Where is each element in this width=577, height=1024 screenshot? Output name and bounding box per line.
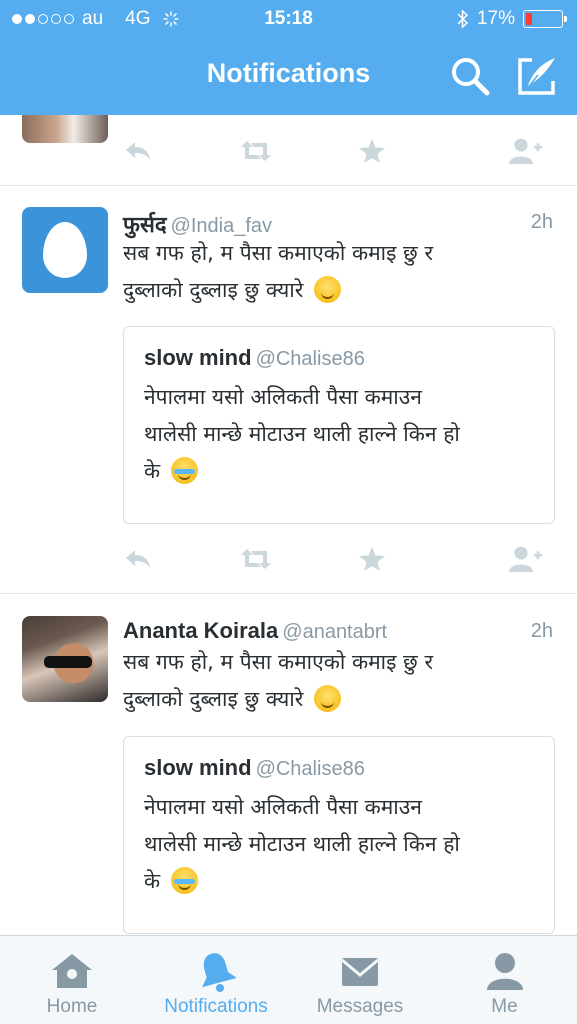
quoted-author-name: slow mind [144,755,252,780]
yum-emoji-icon [314,685,341,712]
tweet[interactable]: Ananta Koirala @anantabrt 2h सब गफ हो, म … [0,616,577,935]
tweet-author-handle[interactable]: @anantabrt [282,621,387,643]
quoted-author-handle: @Chalise86 [255,758,365,780]
divider [0,593,577,594]
compose-icon[interactable] [516,55,558,97]
quoted-text-line: नेपालमा यसो अलिकती पैसा कमाउन [144,385,422,409]
quoted-text-line: थालेसी मान्छे मोटाउन थाली हाल्ने किन हो [144,832,460,856]
envelope-icon [341,958,379,986]
page-title: Notifications [206,58,371,88]
sunglasses-icon [44,656,92,668]
reply-icon[interactable] [118,131,158,171]
battery-percent: 17% [476,8,515,29]
reply-icon[interactable] [118,539,158,579]
quoted-tweet-text: नेपालमा यसो अलिकती पैसा कमाउन थालेसी मान… [144,789,544,900]
follow-icon[interactable] [506,539,546,579]
battery-level [526,13,532,25]
bell-icon [201,953,237,992]
quoted-tweet[interactable]: slow mind @Chalise86 नेपालमा यसो अलिकती प… [123,326,555,524]
default-egg-icon [43,222,87,278]
quoted-tweet-header: slow mind @Chalise86 [144,345,365,371]
quoted-author-handle: @Chalise86 [255,348,365,370]
follow-icon[interactable] [506,131,546,171]
tears-of-joy-emoji-icon [170,457,198,484]
favorite-icon[interactable] [352,131,392,171]
notifications-feed[interactable]: फुर्सद @India_fav 2h सब गफ हो, म पैसा कमा… [0,115,577,935]
bluetooth-icon [457,9,469,29]
tweet-author-handle[interactable]: @India_fav [171,215,272,237]
tweet-author-name[interactable]: Ananta Koirala [123,618,278,643]
status-bar: au 4G 15:18 17% [0,0,577,38]
quoted-text-line: नेपालमा यसो अलिकती पैसा कमाउन [144,795,422,819]
tab-me[interactable]: Me [432,936,577,1024]
tweet-header: Ananta Koirala @anantabrt 2h [123,618,555,646]
quoted-tweet-text: नेपालमा यसो अलिकती पैसा कमाउन थालेसी मान… [144,379,544,490]
avatar[interactable] [22,616,108,702]
tears-of-joy-emoji-icon [170,867,198,894]
tweet-timestamp: 2h [530,620,553,642]
avatar[interactable] [22,207,108,293]
retweet-icon[interactable] [236,131,276,171]
retweet-icon[interactable] [236,539,276,579]
divider [0,185,577,186]
status-right: 17% [457,8,567,30]
tweet-author-name[interactable]: फुर्सद [123,212,167,237]
tweet-text-line: दुब्लाको दुब्लाइ छु क्यारे [123,278,304,302]
tweet-text: सब गफ हो, म पैसा कमाएको कमाइ छु र दुब्ला… [123,644,563,718]
quoted-tweet[interactable]: slow mind @Chalise86 नेपालमा यसो अलिकती प… [123,736,555,934]
search-icon[interactable] [450,56,490,96]
tab-home[interactable]: Home [0,936,144,1024]
tab-messages[interactable]: Messages [288,936,432,1024]
tab-label: Me [491,996,518,1017]
tweet-text-line: सब गफ हो, म पैसा कमाएको कमाइ छु र [123,650,434,674]
tweet-actions [0,131,577,171]
tweet-actions [0,539,577,579]
tab-notifications[interactable]: Notifications [144,936,288,1024]
favorite-icon[interactable] [352,539,392,579]
quoted-text-line: के [144,869,161,893]
quoted-text-line: के [144,459,161,483]
home-icon [52,954,92,988]
quoted-author-name: slow mind [144,345,252,370]
battery-icon [523,10,567,28]
person-icon [486,953,523,990]
quoted-tweet-header: slow mind @Chalise86 [144,755,365,781]
tab-bar: Home Notifications Messages Me [0,935,577,1024]
tweet-timestamp: 2h [530,211,553,233]
tab-label: Notifications [164,996,268,1017]
tweet-header: फुर्सद @India_fav 2h [123,209,555,237]
tweet-text: सब गफ हो, म पैसा कमाएको कमाइ छु र दुब्ला… [123,235,563,309]
tab-label: Home [46,996,98,1017]
tab-label: Messages [316,996,404,1017]
quoted-text-line: थालेसी मान्छे मोटाउन थाली हाल्ने किन हो [144,422,460,446]
tweet-text-line: दुब्लाको दुब्लाइ छु क्यारे [123,687,304,711]
tweet-text-line: सब गफ हो, म पैसा कमाएको कमाइ छु र [123,241,434,265]
nav-header: au 4G 15:18 17% Notifications [0,0,577,115]
yum-emoji-icon [314,276,341,303]
